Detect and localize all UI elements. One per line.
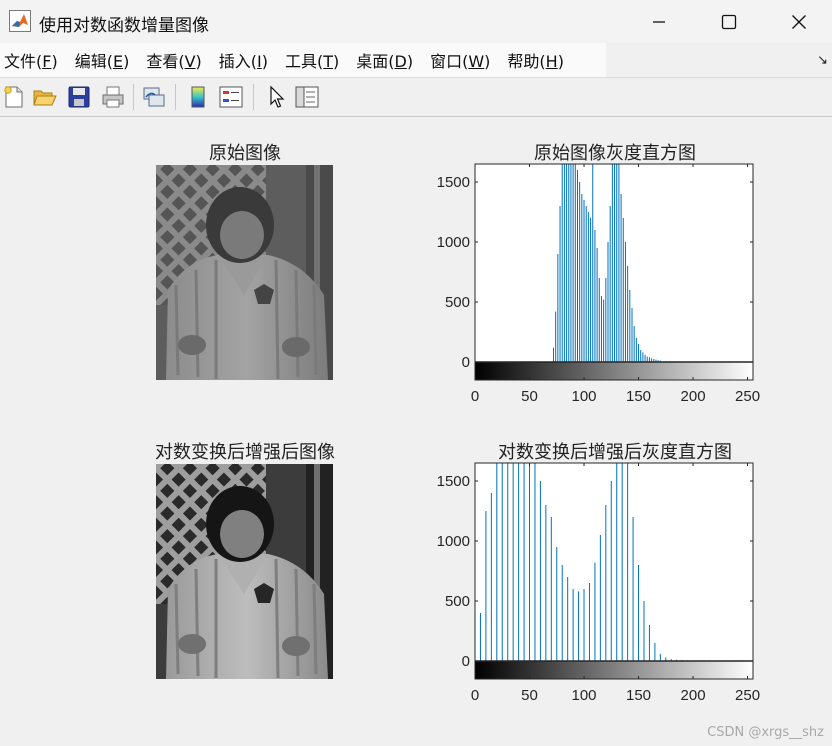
menu-item-label: 查看(	[146, 52, 185, 71]
print-button[interactable]	[99, 83, 127, 111]
menu-bar: 文件(F) 编辑(E) 查看(V) 插入(I) 工具(T) 桌面(D) 窗口(W) 帮助(H)…	[0, 43, 832, 78]
y-tick-label: 500	[445, 593, 470, 610]
grayscale-colorbar	[475, 362, 753, 380]
x-tick-label: 150	[626, 388, 651, 405]
panel-title-original-image: 原始图像	[209, 143, 281, 164]
edit-plot-button[interactable]	[262, 83, 290, 111]
close-icon	[792, 14, 806, 29]
x-tick-label: 100	[572, 388, 597, 405]
figure-toolbar	[0, 78, 832, 117]
close-button[interactable]	[764, 0, 832, 43]
menu-item-6[interactable]: 窗口(W)	[430, 48, 490, 72]
minimize-icon	[653, 20, 665, 23]
x-tick-label: 250	[735, 388, 760, 405]
pointer-icon	[270, 85, 285, 108]
open-folder-icon	[33, 90, 57, 106]
y-tick-label: 1500	[437, 174, 470, 191]
menu-item-3[interactable]: 插入(I)	[219, 48, 268, 72]
new-figure-button[interactable]	[0, 83, 28, 111]
minimize-button[interactable]	[624, 0, 694, 43]
menu-item-1[interactable]: 编辑(E)	[75, 48, 130, 72]
toolbar-overflow-icon[interactable]: ↘	[817, 53, 828, 68]
menu-items: 文件(F) 编辑(E) 查看(V) 插入(I) 工具(T) 桌面(D) 窗口(W) 帮助(H)	[0, 43, 606, 77]
menu-item-tail: )	[557, 52, 564, 71]
figure-canvas[interactable]: 原始图像 原始图像灰度直方图 对数变换后增强后图像 对数变换后增强后灰度直方图	[0, 117, 832, 746]
colorbar-icon	[191, 86, 205, 108]
insert-legend-button[interactable]	[217, 83, 245, 111]
y-tick-label: 500	[445, 294, 470, 311]
legend-icon	[219, 86, 243, 108]
original-grayscale-image	[156, 165, 333, 380]
print-icon	[102, 86, 124, 108]
menu-item-label: 桌面(	[356, 52, 395, 71]
menu-item-tail: )	[406, 52, 414, 71]
x-tick-label: 0	[471, 687, 479, 704]
menu-item-mnemonic: T	[323, 52, 334, 71]
insert-colorbar-button[interactable]	[184, 83, 212, 111]
menu-item-4[interactable]: 工具(T)	[285, 48, 339, 72]
menu-item-mnemonic: W	[468, 52, 485, 71]
grayscale-colorbar	[475, 661, 753, 679]
y-tick-label: 1500	[437, 473, 470, 490]
link-plot-icon	[143, 87, 165, 107]
property-editor-button[interactable]	[293, 83, 321, 111]
maximize-button[interactable]	[694, 0, 764, 43]
property-editor-icon	[295, 86, 319, 108]
menu-item-tail: )	[261, 52, 268, 71]
menu-item-7[interactable]: 帮助(H)	[507, 48, 564, 72]
panel-title-enhanced-image: 对数变换后增强后图像	[155, 442, 335, 463]
menu-item-label: 文件(	[4, 52, 43, 71]
menu-item-tail: )	[484, 52, 491, 71]
enhanced-histogram-chart[interactable]: 0 50 100 150 200 250 0 500 1000 1500	[420, 456, 770, 716]
original-histogram-chart[interactable]: 0 50 100 150 200 250 0 500 1000 1500	[420, 157, 770, 417]
menu-item-mnemonic: V	[184, 52, 196, 71]
y-tick-label: 0	[462, 653, 470, 670]
toolbar-separator	[253, 84, 254, 110]
menu-item-tail: )	[195, 52, 202, 71]
x-tick-label: 150	[626, 687, 651, 704]
menu-item-label: 编辑(	[74, 52, 113, 71]
x-tick-label: 100	[572, 687, 597, 704]
x-tick-label: 200	[681, 687, 706, 704]
link-plot-button[interactable]	[140, 83, 168, 111]
save-icon	[68, 86, 90, 108]
y-tick-label: 1000	[437, 533, 470, 550]
menu-item-label: 帮助(	[507, 52, 546, 71]
y-tick-label: 1000	[437, 234, 470, 251]
x-tick-label: 250	[735, 687, 760, 704]
menu-item-label: 插入(	[218, 52, 258, 71]
new-file-icon	[4, 86, 23, 108]
child-photo-enhanced	[156, 464, 333, 679]
open-file-button[interactable]	[31, 83, 59, 111]
plot-area	[475, 164, 753, 380]
menu-item-label: 工具(	[284, 52, 324, 71]
menu-item-tail: )	[333, 52, 340, 71]
menu-item-2[interactable]: 查看(V)	[146, 48, 201, 72]
x-tick-label: 50	[521, 687, 538, 704]
menu-item-tail: )	[51, 52, 58, 71]
window-title: 使用对数函数增量图像	[39, 16, 209, 36]
menu-item-mnemonic: E	[112, 52, 124, 71]
menu-item-0[interactable]: 文件(F)	[4, 48, 58, 72]
watermark-text: CSDN @xrgs__shz	[707, 725, 824, 740]
menu-item-mnemonic: D	[394, 52, 407, 71]
menu-item-label: 窗口(	[430, 52, 469, 71]
toolbar-separator	[133, 84, 134, 110]
maximize-icon	[721, 14, 737, 29]
menu-item-tail: )	[123, 52, 130, 71]
x-tick-label: 0	[471, 388, 479, 405]
save-button[interactable]	[65, 83, 93, 111]
menu-item-mnemonic: H	[545, 52, 558, 71]
menu-item-5[interactable]: 桌面(D)	[356, 48, 413, 72]
x-tick-label: 200	[681, 388, 706, 405]
matlab-app-icon	[9, 10, 31, 32]
plot-area	[475, 463, 753, 679]
x-tick-label: 50	[521, 388, 538, 405]
enhanced-grayscale-image	[156, 464, 333, 679]
y-tick-label: 0	[462, 354, 470, 371]
toolbar-separator	[175, 84, 176, 110]
window-title-bar[interactable]: 使用对数函数增量图像	[0, 0, 832, 43]
child-photo-original	[156, 165, 333, 380]
